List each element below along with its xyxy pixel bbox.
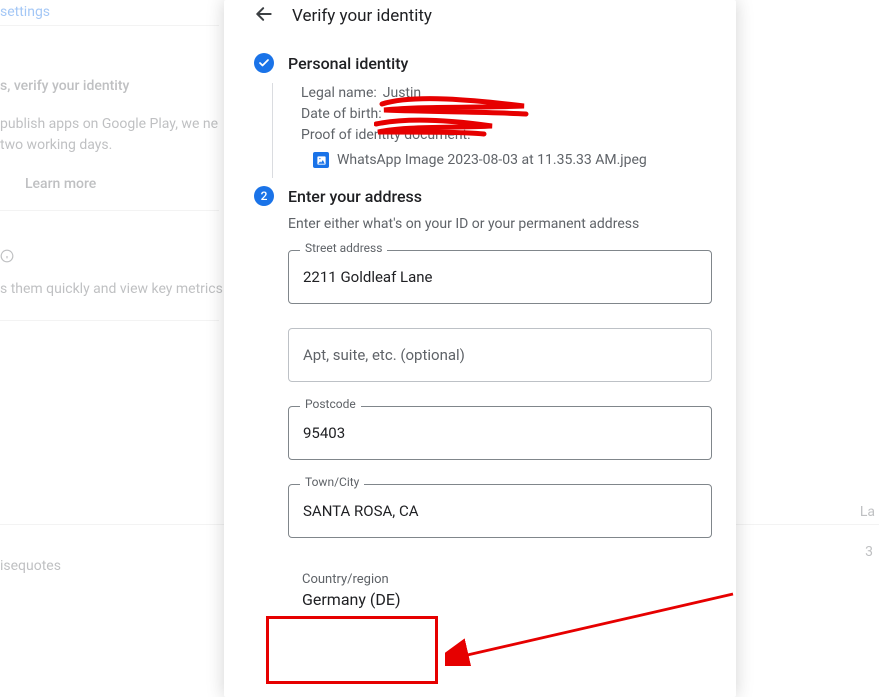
personal-identity-section: Personal identity Legal name: Justin Dat… bbox=[224, 35, 736, 178]
verify-identity-dialog: Verify your identity Personal identity L… bbox=[224, 0, 736, 697]
address-title: Enter your address bbox=[288, 187, 422, 206]
city-label: Town/City bbox=[300, 475, 364, 489]
apt-field[interactable] bbox=[288, 328, 712, 382]
city-field[interactable]: Town/City bbox=[288, 484, 712, 538]
street-input[interactable] bbox=[288, 250, 712, 304]
dialog-title: Verify your identity bbox=[292, 6, 432, 26]
step-2-icon: 2 bbox=[254, 186, 274, 206]
street-address-field[interactable]: Street address bbox=[288, 250, 712, 304]
image-file-icon bbox=[313, 152, 329, 168]
postcode-field[interactable]: Postcode bbox=[288, 406, 712, 460]
proof-label: Proof of identity document: bbox=[301, 125, 706, 146]
legal-name-row: Legal name: Justin bbox=[301, 83, 706, 104]
address-section: 2 Enter your address Enter either what's… bbox=[224, 178, 736, 623]
proof-file-row[interactable]: WhatsApp Image 2023-08-03 at 11.35.33 AM… bbox=[301, 152, 706, 168]
step-complete-icon bbox=[254, 53, 274, 73]
address-subtitle: Enter either what's on your ID or your p… bbox=[288, 216, 706, 232]
country-field[interactable]: Country/region Germany (DE) bbox=[288, 562, 712, 623]
country-label: Country/region bbox=[302, 572, 698, 587]
country-value: Germany (DE) bbox=[302, 590, 698, 609]
dialog-header: Verify your identity bbox=[224, 0, 736, 35]
personal-identity-title: Personal identity bbox=[288, 54, 408, 73]
postcode-input[interactable] bbox=[288, 406, 712, 460]
street-label: Street address bbox=[300, 241, 387, 255]
back-arrow-icon[interactable] bbox=[254, 4, 274, 27]
dob-row: Date of birth: bbox=[301, 104, 706, 125]
proof-file-name: WhatsApp Image 2023-08-03 at 11.35.33 AM… bbox=[337, 152, 647, 168]
city-input[interactable] bbox=[288, 484, 712, 538]
postcode-label: Postcode bbox=[300, 397, 361, 411]
apt-input[interactable] bbox=[288, 328, 712, 382]
